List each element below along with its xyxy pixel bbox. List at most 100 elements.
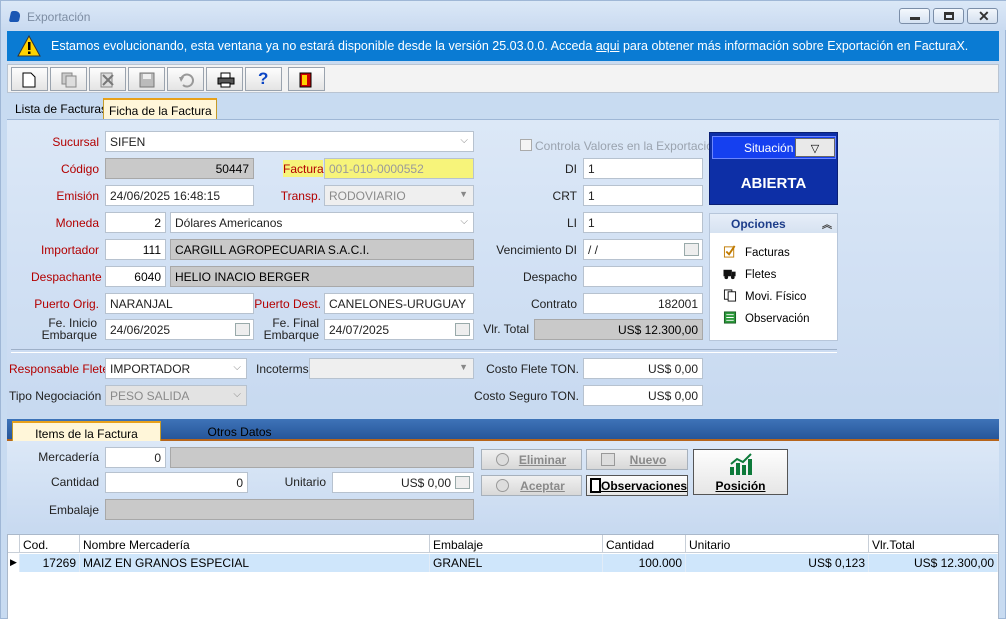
incoterms-select[interactable]: ▼	[309, 358, 474, 379]
costo-seguro-field[interactable]: US$ 0,00	[583, 385, 703, 406]
importador-label: Importador	[40, 243, 99, 257]
li-field[interactable]: 1	[583, 212, 703, 233]
caret-down-icon: ▼	[459, 362, 468, 372]
grid-header-nombre[interactable]: Nombre Mercadería	[80, 535, 430, 553]
minimize-button[interactable]	[899, 8, 930, 24]
cell-nombre[interactable]: MAIZ EN GRANOS ESPECIAL	[80, 554, 430, 572]
calendar-icon[interactable]	[455, 323, 470, 336]
warning-icon	[17, 35, 41, 57]
close-icon: ✕	[978, 8, 990, 24]
situacion-box: Situación ▽ ABIERTA	[709, 132, 838, 205]
di-field[interactable]: 1	[583, 158, 703, 179]
costo-flete-field[interactable]: US$ 0,00	[583, 358, 703, 379]
tab-ficha-factura[interactable]: Ficha de la Factura	[103, 98, 217, 119]
chevron-down-icon: ⌵	[233, 389, 241, 400]
title-bar: Exportación ✕	[1, 1, 1006, 30]
tab-items-factura[interactable]: Items de la Factura	[12, 421, 161, 442]
delete-button[interactable]	[89, 67, 126, 91]
cell-unitario[interactable]: US$ 0,123	[686, 554, 869, 572]
puerto-dest-field[interactable]: CANELONES-URUGUAY	[324, 293, 474, 314]
importador-code[interactable]: 111	[105, 239, 166, 260]
aceptar-button[interactable]: Aceptar	[481, 475, 582, 496]
moneda-code[interactable]: 2	[105, 212, 166, 233]
copy-icon	[61, 72, 77, 88]
contrato-field[interactable]: 182001	[583, 293, 703, 314]
li-label: LI	[566, 216, 577, 230]
tab-lista-facturas[interactable]: Lista de Facturas	[10, 98, 111, 119]
cell-cantidad[interactable]: 100.000	[603, 554, 686, 572]
moneda-select[interactable]: Dólares Americanos ⌵	[170, 212, 474, 233]
help-button[interactable]: ?	[245, 67, 282, 91]
transp-select[interactable]: RODOVIARIO ▼	[324, 185, 474, 206]
fe-final-field[interactable]: 24/07/2025	[324, 319, 474, 340]
tipo-negociacion-select[interactable]: PESO SALIDA ⌵	[105, 385, 247, 406]
puerto-orig-field[interactable]: NARANJAL	[105, 293, 254, 314]
codigo-field[interactable]: 50447	[105, 158, 254, 179]
accept-icon	[496, 479, 509, 492]
cell-vlr-total[interactable]: US$ 12.300,00	[869, 554, 998, 572]
mercaderia-code[interactable]: 0	[105, 447, 166, 468]
opcion-fletes[interactable]: Fletes	[745, 269, 776, 281]
despachante-code[interactable]: 6040	[105, 266, 166, 287]
importador-name: CARGILL AGROPECUARIA S.A.C.I.	[170, 239, 474, 260]
responsable-flete-label: Responsable Flete	[9, 362, 110, 376]
cell-embalaje[interactable]: GRANEL	[430, 554, 603, 572]
opcion-observacion[interactable]: Observación	[745, 313, 810, 325]
cell-cod[interactable]: 17269	[20, 554, 80, 572]
banner-link[interactable]: aqui	[596, 39, 620, 53]
restore-button[interactable]	[933, 8, 964, 24]
grid-indicator-header	[8, 535, 20, 553]
responsable-flete-select[interactable]: IMPORTADOR ⌵	[105, 358, 247, 379]
calendar-icon[interactable]	[684, 243, 699, 256]
exit-button[interactable]	[288, 67, 325, 91]
cantidad-field[interactable]: 0	[105, 472, 248, 493]
nuevo-button[interactable]: Nuevo	[586, 449, 688, 470]
calendar-icon[interactable]	[235, 323, 250, 336]
controla-checkbox[interactable]	[520, 139, 532, 151]
collapse-icon[interactable]: ︽	[822, 216, 832, 231]
embalaje-field	[105, 499, 474, 520]
new-button[interactable]	[11, 67, 48, 91]
save-button[interactable]	[128, 67, 165, 91]
undo-icon	[179, 73, 194, 88]
despacho-field[interactable]	[583, 266, 703, 287]
unitario-label: Unitario	[284, 475, 326, 489]
exit-icon	[299, 72, 312, 88]
vencimiento-field[interactable]: / /	[583, 239, 703, 260]
grid-header-embalaje[interactable]: Embalaje	[430, 535, 603, 553]
crt-field[interactable]: 1	[583, 185, 703, 206]
sucursal-select[interactable]: SIFEN ⌵	[105, 131, 474, 152]
undo-button[interactable]	[167, 67, 204, 91]
grid-header-vlr-total[interactable]: Vlr.Total	[869, 535, 998, 553]
close-button[interactable]: ✕	[967, 8, 998, 24]
grid-header-unitario[interactable]: Unitario	[686, 535, 869, 553]
opcion-facturas[interactable]: Facturas	[745, 247, 790, 259]
emision-field[interactable]: 24/06/2025 16:48:15	[105, 185, 254, 206]
opcion-movi-fisico[interactable]: Movi. Físico	[745, 291, 806, 303]
fe-final-label: Fe. Final Embarque	[263, 316, 319, 342]
minimize-icon	[910, 17, 920, 20]
remove-icon	[496, 453, 509, 466]
opciones-header[interactable]: Opciones ︽	[710, 214, 837, 233]
chevron-down-icon: ⌵	[233, 362, 241, 373]
fe-inicio-label: Fe. Inicio Embarque	[41, 316, 97, 342]
puerto-orig-label: Puerto Orig.	[34, 297, 99, 311]
observaciones-button[interactable]: Observaciones	[586, 475, 688, 496]
grid-header-cod[interactable]: Cod.	[20, 535, 80, 553]
eliminar-button[interactable]: Eliminar	[481, 449, 582, 470]
fe-inicio-field[interactable]: 24/06/2025	[105, 319, 254, 340]
tab-otros-datos[interactable]: Otros Datos	[172, 421, 307, 442]
posicion-button[interactable]: Posición	[693, 449, 788, 495]
add-document-icon	[601, 453, 615, 466]
copy-button[interactable]	[50, 67, 87, 91]
mercaderia-name	[170, 447, 474, 468]
cantidad-label: Cantidad	[50, 475, 99, 489]
emision-label: Emisión	[56, 189, 99, 203]
print-button[interactable]	[206, 67, 243, 91]
calculator-icon[interactable]	[455, 476, 470, 489]
opciones-title: Opciones	[731, 217, 786, 231]
grid-header-cantidad[interactable]: Cantidad	[603, 535, 686, 553]
unitario-field[interactable]: US$ 0,00	[332, 472, 474, 493]
factura-field[interactable]: 001-010-0000552	[324, 158, 474, 179]
situacion-dropdown-button[interactable]: ▽	[795, 138, 835, 157]
